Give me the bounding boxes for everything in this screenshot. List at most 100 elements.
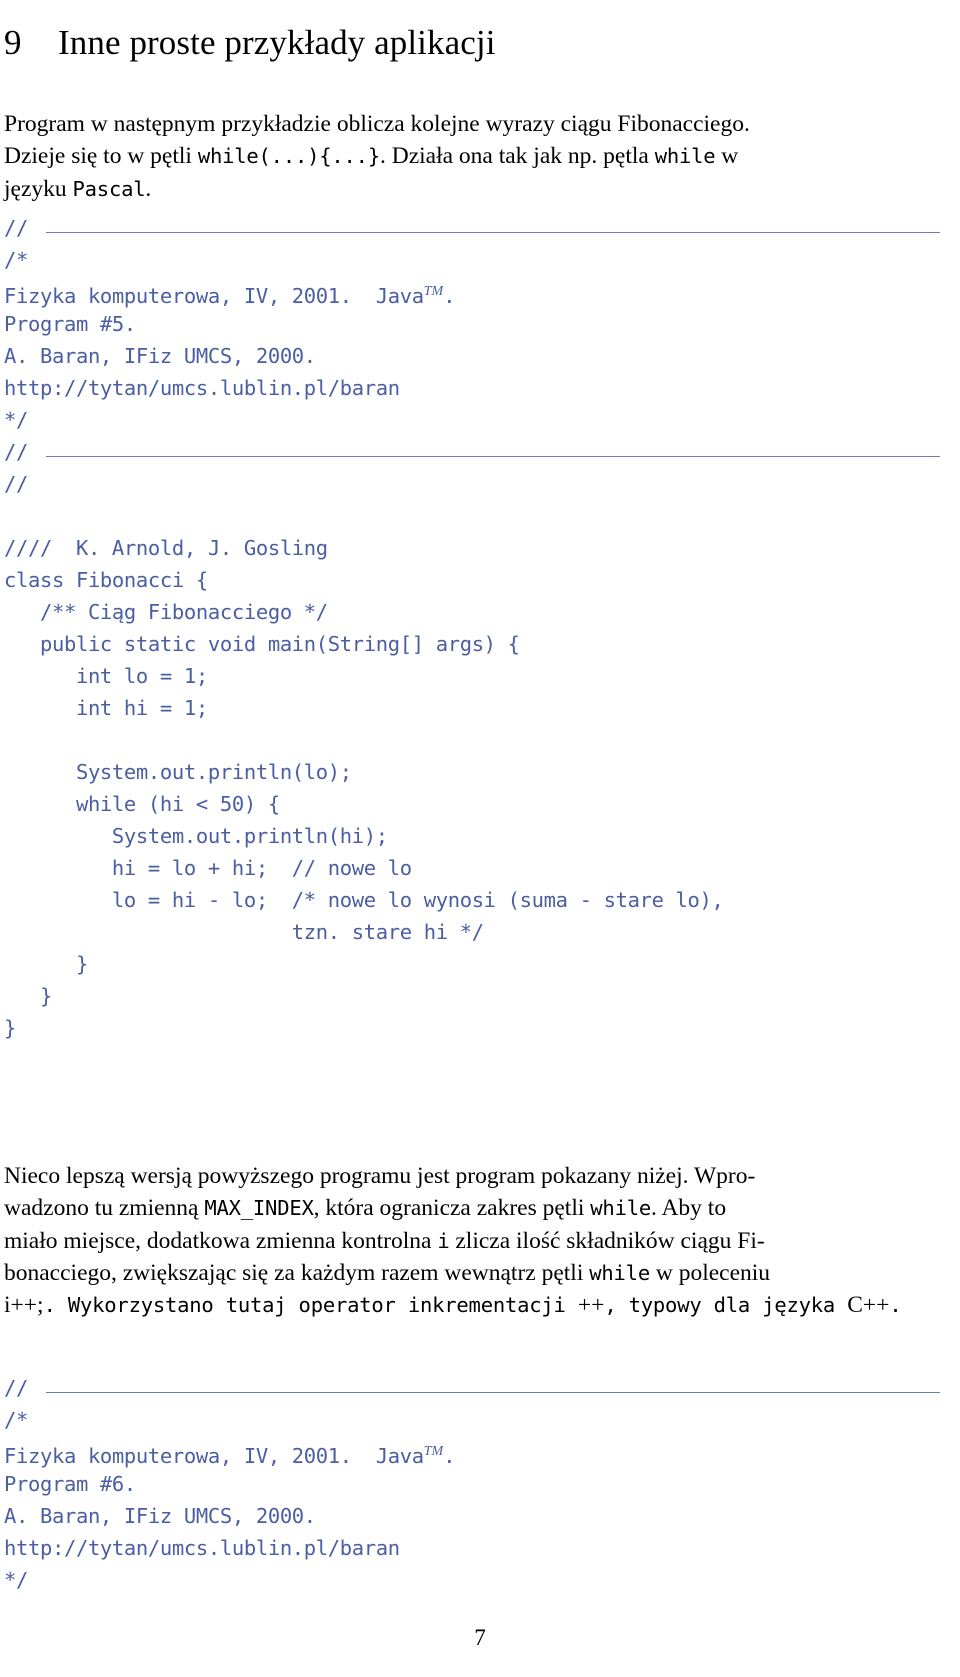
- code-text: Fizyka komputerowa, IV, 2001. Java: [4, 1443, 424, 1468]
- trademark-superscript: TM: [423, 284, 444, 299]
- code-line: int hi = 1;: [4, 692, 956, 724]
- code-line: }: [4, 1012, 956, 1044]
- code-text: System.out.println(hi);: [4, 824, 388, 848]
- code-text: lo = hi - lo; /* nowe lo wynosi (suma - …: [4, 888, 724, 912]
- text-run: w: [715, 143, 739, 170]
- code-text: //: [4, 1376, 28, 1400]
- code-line: /** Ciąg Fibonacciego */: [4, 596, 956, 628]
- text-line: bonacciego, zwiększając się za każdym ra…: [4, 1257, 888, 1289]
- text-run: w poleceniu: [649, 1259, 771, 1286]
- page-title: 9 Inne proste przykłady aplikacji: [4, 21, 496, 65]
- text-run: zlicza ilość składników ciągu Fi-: [449, 1227, 765, 1254]
- code-text: tzn. stare hi */: [4, 920, 484, 944]
- horizontal-rule: [46, 1392, 940, 1393]
- code-text: A. Baran, IFiz UMCS, 2000.: [4, 344, 316, 368]
- inline-code: while(...){...}: [197, 144, 380, 169]
- code-text: int lo = 1;: [4, 664, 208, 688]
- code-text: */: [4, 1568, 28, 1592]
- code-line: //: [4, 468, 956, 500]
- section-number: 9: [4, 23, 22, 63]
- inline-code: while: [654, 144, 716, 169]
- code-line: http://tytan/umcs.lublin.pl/baran: [4, 372, 956, 404]
- code-text: int hi = 1;: [4, 696, 208, 720]
- text-line: Dzieje się to w pętli while(...){...}. D…: [4, 140, 888, 172]
- code-block-program-6: // /* Fizyka komputerowa, IV, 2001. JavaTM…: [4, 1372, 956, 1596]
- code-line: hi = lo + hi; // nowe lo: [4, 852, 956, 884]
- code-line: A. Baran, IFiz UMCS, 2000.: [4, 1500, 956, 1532]
- inline-code: .: [889, 1293, 902, 1318]
- code-text: Program #5.: [4, 312, 136, 336]
- code-text: }: [4, 952, 88, 976]
- code-text: while (hi < 50) {: [4, 792, 280, 816]
- code-line: */: [4, 1564, 956, 1596]
- code-line: }: [4, 948, 956, 980]
- code-text: http://tytan/umcs.lublin.pl/baran: [4, 1536, 400, 1560]
- text-run: Program w następnym przykładzie oblicza …: [4, 111, 750, 137]
- code-line-with-rule: //: [4, 1372, 956, 1404]
- code-text: /*: [4, 1408, 28, 1432]
- explanation-paragraph: Nieco lepszą wersją powyższego programu …: [4, 1160, 902, 1321]
- code-line: tzn. stare hi */: [4, 916, 956, 948]
- text-run: . Działa ona tak jak np. pętla: [379, 143, 655, 170]
- code-text: //: [4, 440, 28, 464]
- code-block-program-5: // /* Fizyka komputerowa, IV, 2001. JavaTM…: [4, 212, 956, 1044]
- code-text: /*: [4, 248, 28, 272]
- code-text: class Fibonacci {: [4, 568, 208, 592]
- code-text: Fizyka komputerowa, IV, 2001. Java: [4, 283, 424, 308]
- code-text: http://tytan/umcs.lublin.pl/baran: [4, 376, 400, 400]
- code-line: /*: [4, 1404, 956, 1436]
- code-text: */: [4, 408, 28, 432]
- code-line: System.out.println(hi);: [4, 820, 956, 852]
- document-page: 9 Inne proste przykłady aplikacji Program…: [0, 0, 960, 1677]
- code-text: }: [4, 984, 52, 1008]
- text-line: Nieco lepszą wersją powyższego programu …: [4, 1160, 888, 1192]
- code-line: public static void main(String[] args) {: [4, 628, 956, 660]
- code-line-with-rule: //: [4, 212, 956, 244]
- inline-code: i: [437, 1228, 450, 1253]
- text-run: .: [145, 175, 152, 202]
- code-line: //// K. Arnold, J. Gosling: [4, 532, 956, 564]
- intro-paragraph: Program w następnym przykładzie oblicza …: [4, 108, 888, 205]
- code-line: lo = hi - lo; /* nowe lo wynosi (suma - …: [4, 884, 956, 916]
- section-title: Inne proste przykłady aplikacji: [58, 23, 496, 63]
- inline-code: while: [590, 1196, 651, 1221]
- text-run: języku: [4, 175, 73, 202]
- code-line: int lo = 1;: [4, 660, 956, 692]
- code-line-with-rule: //: [4, 436, 956, 468]
- text-run: , która ogranicza zakres pętli: [313, 1195, 591, 1222]
- code-text: hi = lo + hi; // nowe lo: [4, 856, 412, 880]
- code-text: }: [4, 1016, 16, 1040]
- code-line: class Fibonacci {: [4, 564, 956, 596]
- inline-code: while: [589, 1260, 650, 1285]
- text-run: ++: [577, 1292, 605, 1319]
- code-line: Program #5.: [4, 308, 956, 340]
- page-number: 7: [474, 1625, 486, 1650]
- text-line: i++;. Wykorzystano tutaj operator inkrem…: [4, 1289, 902, 1321]
- text-line: miało miejsce, dodatkowa zmienna kontrol…: [4, 1225, 888, 1257]
- code-line: /*: [4, 244, 956, 276]
- text-run: C++: [847, 1292, 890, 1319]
- text-run: miało miejsce, dodatkowa zmienna kontrol…: [4, 1227, 438, 1254]
- code-text: public static void main(String[] args) {: [4, 632, 520, 656]
- code-line: [4, 500, 956, 532]
- text-line: Program w następnym przykładzie oblicza …: [4, 108, 888, 140]
- code-line: Fizyka komputerowa, IV, 2001. JavaTM.: [4, 1436, 956, 1468]
- horizontal-rule: [46, 456, 940, 457]
- code-line: [4, 724, 956, 756]
- text-run: wadzono tu zmienną: [4, 1195, 205, 1222]
- text-line: języku Pascal.: [4, 173, 888, 205]
- code-line: Fizyka komputerowa, IV, 2001. JavaTM.: [4, 276, 956, 308]
- code-text: System.out.println(lo);: [4, 760, 352, 784]
- inline-code: MAX_INDEX: [204, 1196, 314, 1221]
- text-line: wadzono tu zmienną MAX_INDEX, która ogra…: [4, 1192, 888, 1224]
- code-text: A. Baran, IFiz UMCS, 2000.: [4, 1504, 316, 1528]
- code-text: //: [4, 472, 28, 496]
- code-line: */: [4, 404, 956, 436]
- code-text: .: [443, 283, 456, 308]
- code-line: while (hi < 50) {: [4, 788, 956, 820]
- code-line: Program #6.: [4, 1468, 956, 1500]
- code-text: Program #6.: [4, 1472, 136, 1496]
- horizontal-rule: [46, 232, 940, 233]
